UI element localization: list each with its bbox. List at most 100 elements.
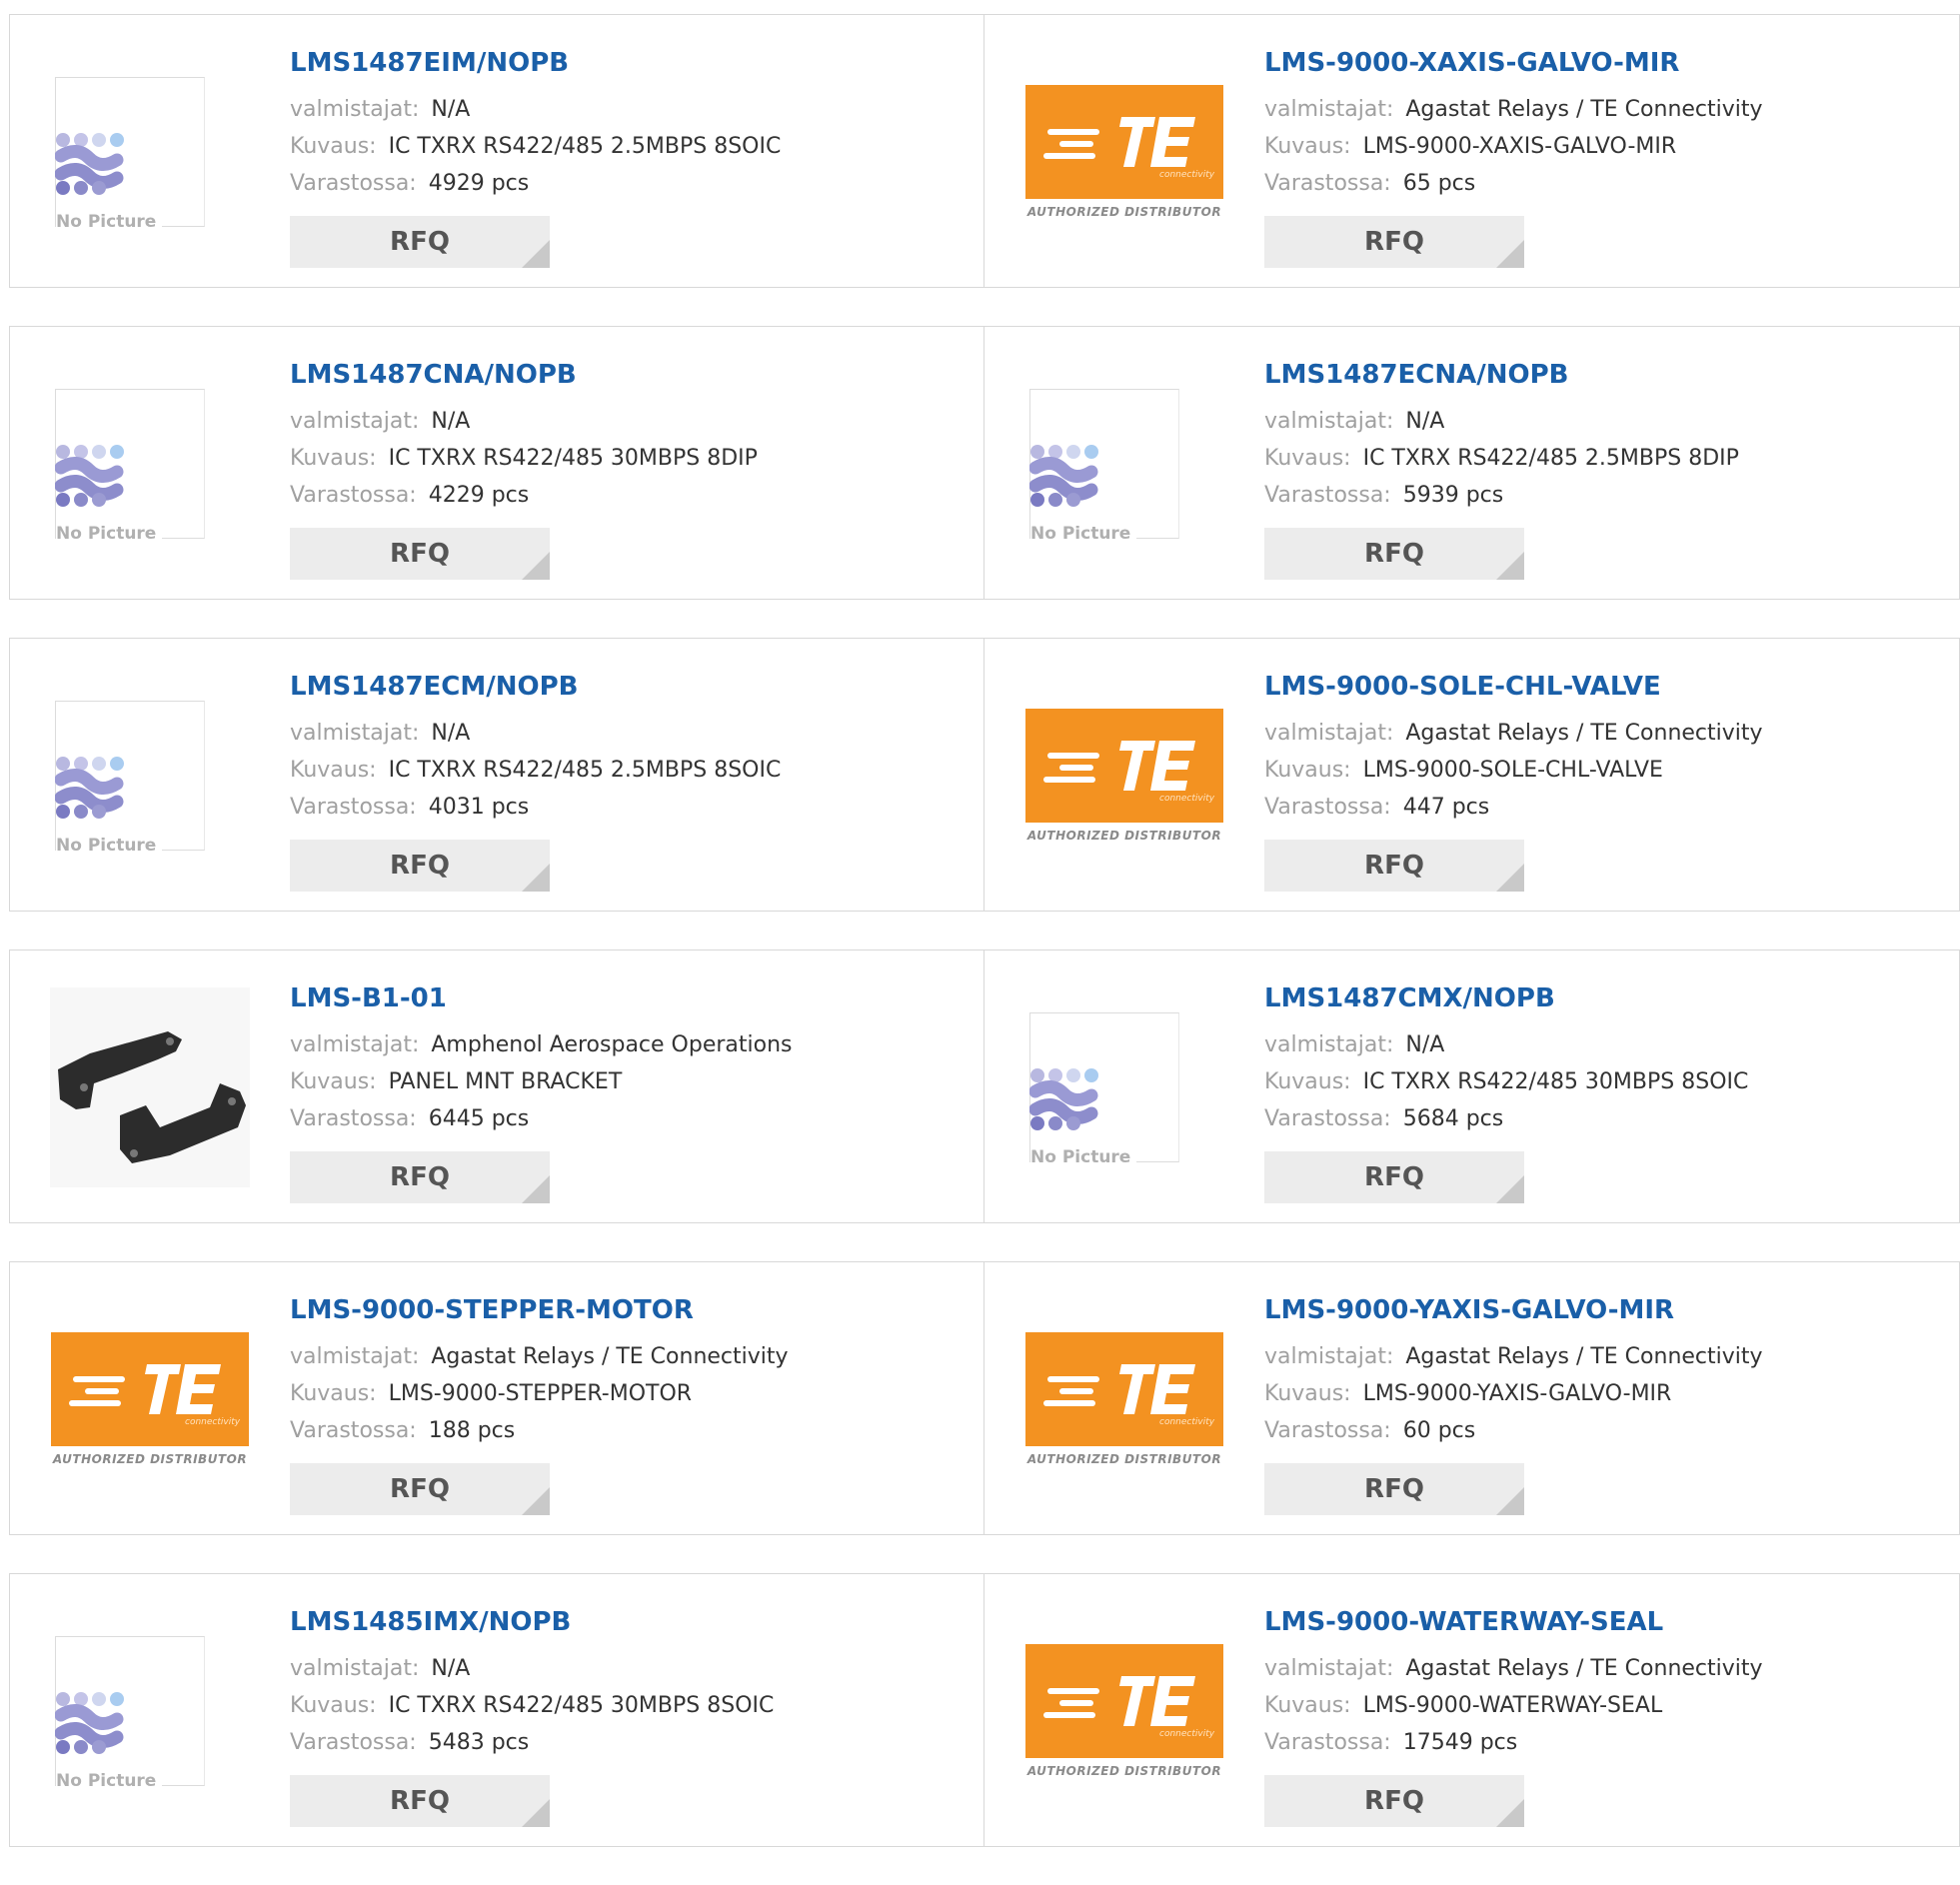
product-image[interactable]: No Picture	[50, 52, 250, 252]
manufacturer-line: valmistajat: N/A	[290, 91, 781, 128]
product-image[interactable]: No Picture	[1024, 364, 1224, 564]
part-number-link[interactable]: LMS1487EIM/NOPB	[290, 45, 781, 81]
part-number-link[interactable]: LMS1487CNA/NOPB	[290, 357, 758, 393]
stock-line: Varastossa: 60 pcs	[1264, 1412, 1763, 1449]
product-card: LMS-B1-01 valmistajat: Amphenol Aerospace…	[9, 949, 984, 1223]
manufacturer-label: valmistajat:	[1264, 1032, 1394, 1057]
stock-label: Varastossa:	[1264, 1106, 1391, 1131]
rfq-button[interactable]: RFQ	[290, 1775, 550, 1827]
rfq-button-label: RFQ	[1364, 539, 1424, 569]
rfq-button[interactable]: RFQ	[1264, 840, 1524, 892]
part-number-link[interactable]: LMS1485IMX/NOPB	[290, 1604, 774, 1640]
product-image[interactable]: connectivity AUTHORIZED DISTRIBUTOR	[1024, 1299, 1224, 1499]
rfq-button-label: RFQ	[390, 539, 450, 569]
product-image[interactable]	[50, 987, 250, 1187]
description-label: Kuvaus:	[1264, 446, 1351, 471]
part-number-link[interactable]: LMS1487ECM/NOPB	[290, 669, 781, 705]
manufacturer-label: valmistajat:	[1264, 97, 1394, 122]
authorized-distributor-caption: AUTHORIZED DISTRIBUTOR	[1026, 1764, 1222, 1778]
product-image[interactable]: connectivity AUTHORIZED DISTRIBUTOR	[50, 1299, 250, 1499]
panel-bracket-photo	[50, 987, 250, 1187]
stock-line: Varastossa: 4929 pcs	[290, 165, 781, 202]
stock-line: Varastossa: 447 pcs	[1264, 789, 1763, 826]
rfq-button[interactable]: RFQ	[1264, 1775, 1524, 1827]
rfq-button[interactable]: RFQ	[1264, 216, 1524, 268]
part-number-link[interactable]: LMS-9000-YAXIS-GALVO-MIR	[1264, 1292, 1763, 1328]
description-label: Kuvaus:	[290, 1069, 377, 1094]
no-picture-placeholder: No Picture	[55, 701, 205, 856]
svg-text:connectivity: connectivity	[185, 1417, 241, 1427]
manufacturer-value: Agastat Relays / TE Connectivity	[1405, 721, 1763, 746]
description-value: IC TXRX RS422/485 30MBPS 8SOIC	[388, 1693, 775, 1718]
svg-text:connectivity: connectivity	[1159, 794, 1215, 804]
description-label: Kuvaus:	[1264, 1693, 1351, 1718]
te-logo-icon: connectivity	[1025, 709, 1223, 823]
part-number-link[interactable]: LMS1487ECNA/NOPB	[1264, 357, 1739, 393]
part-number-link[interactable]: LMS-9000-WATERWAY-SEAL	[1264, 1604, 1763, 1640]
description-line: Kuvaus: IC TXRX RS422/485 30MBPS 8DIP	[290, 440, 758, 477]
rfq-button[interactable]: RFQ	[290, 528, 550, 580]
product-image[interactable]: connectivity AUTHORIZED DISTRIBUTOR	[1024, 52, 1224, 252]
stock-line: Varastossa: 17549 pcs	[1264, 1724, 1763, 1761]
part-number-link[interactable]: LMS1487CMX/NOPB	[1264, 980, 1748, 1016]
description-line: Kuvaus: IC TXRX RS422/485 30MBPS 8SOIC	[1264, 1063, 1748, 1100]
no-picture-icon	[1029, 1068, 1098, 1130]
description-label: Kuvaus:	[1264, 1069, 1351, 1094]
description-label: Kuvaus:	[290, 1693, 377, 1718]
no-picture-label: No Picture	[1030, 524, 1137, 544]
description-value: IC TXRX RS422/485 2.5MBPS 8SOIC	[388, 134, 782, 159]
manufacturer-value: N/A	[431, 721, 471, 746]
stock-label: Varastossa:	[290, 1418, 417, 1443]
description-line: Kuvaus: PANEL MNT BRACKET	[290, 1063, 793, 1100]
rfq-button-label: RFQ	[390, 1786, 450, 1816]
stock-value: 447 pcs	[1402, 795, 1490, 820]
manufacturer-label: valmistajat:	[1264, 1656, 1394, 1681]
rfq-button[interactable]: RFQ	[1264, 1463, 1524, 1515]
rfq-corner-decoration	[522, 864, 550, 892]
rfq-button[interactable]: RFQ	[290, 840, 550, 892]
rfq-button[interactable]: RFQ	[290, 1463, 550, 1515]
description-label: Kuvaus:	[290, 446, 377, 471]
manufacturer-value: Agastat Relays / TE Connectivity	[431, 1344, 789, 1369]
rfq-button[interactable]: RFQ	[290, 1151, 550, 1203]
rfq-button[interactable]: RFQ	[1264, 528, 1524, 580]
product-image[interactable]: connectivity AUTHORIZED DISTRIBUTOR	[1024, 1611, 1224, 1811]
rfq-button[interactable]: RFQ	[1264, 1151, 1524, 1203]
product-info: LMS1487ECM/NOPB valmistajat: N/A Kuvaus: I…	[290, 669, 781, 826]
part-number-link[interactable]: LMS-B1-01	[290, 980, 793, 1016]
stock-line: Varastossa: 188 pcs	[290, 1412, 789, 1449]
rfq-button[interactable]: RFQ	[290, 216, 550, 268]
manufacturer-line: valmistajat: Agastat Relays / TE Connecti…	[1264, 91, 1763, 128]
description-value: IC TXRX RS422/485 2.5MBPS 8SOIC	[388, 758, 782, 783]
stock-value: 6445 pcs	[428, 1106, 530, 1131]
product-image[interactable]: No Picture	[1024, 987, 1224, 1187]
te-logo-icon: connectivity	[1025, 1332, 1223, 1446]
product-image[interactable]: No Picture	[50, 1611, 250, 1811]
rfq-button-label: RFQ	[1364, 1474, 1424, 1504]
description-line: Kuvaus: IC TXRX RS422/485 2.5MBPS 8SOIC	[290, 752, 781, 789]
product-card: connectivity AUTHORIZED DISTRIBUTOR LMS-…	[984, 1573, 1960, 1847]
product-row: No Picture LMS1487CNA/NOPB valmistajat: N…	[9, 326, 1960, 600]
manufacturer-value: N/A	[431, 409, 471, 434]
authorized-distributor-caption: AUTHORIZED DISTRIBUTOR	[1026, 829, 1222, 843]
part-number-link[interactable]: LMS-9000-SOLE-CHL-VALVE	[1264, 669, 1763, 705]
te-connectivity-logo: connectivity AUTHORIZED DISTRIBUTOR	[1025, 709, 1223, 843]
stock-value: 17549 pcs	[1402, 1730, 1518, 1755]
manufacturer-line: valmistajat: N/A	[290, 403, 758, 440]
stock-value: 5483 pcs	[428, 1730, 530, 1755]
product-image[interactable]: No Picture	[50, 364, 250, 564]
rfq-corner-decoration	[1496, 1175, 1524, 1203]
product-info: LMS-9000-WATERWAY-SEAL valmistajat: Agast…	[1264, 1604, 1763, 1761]
description-line: Kuvaus: LMS-9000-YAXIS-GALVO-MIR	[1264, 1375, 1763, 1412]
product-image[interactable]: connectivity AUTHORIZED DISTRIBUTOR	[1024, 676, 1224, 876]
part-number-link[interactable]: LMS-9000-XAXIS-GALVO-MIR	[1264, 45, 1763, 81]
part-number-link[interactable]: LMS-9000-STEPPER-MOTOR	[290, 1292, 789, 1328]
stock-value: 4031 pcs	[428, 795, 530, 820]
manufacturer-label: valmistajat:	[290, 1344, 420, 1369]
description-label: Kuvaus:	[290, 1381, 377, 1406]
product-image[interactable]: No Picture	[50, 676, 250, 876]
manufacturer-value: N/A	[431, 97, 471, 122]
stock-line: Varastossa: 5939 pcs	[1264, 477, 1739, 514]
no-picture-label: No Picture	[1030, 1147, 1137, 1167]
product-info: LMS-9000-XAXIS-GALVO-MIR valmistajat: Aga…	[1264, 45, 1763, 202]
